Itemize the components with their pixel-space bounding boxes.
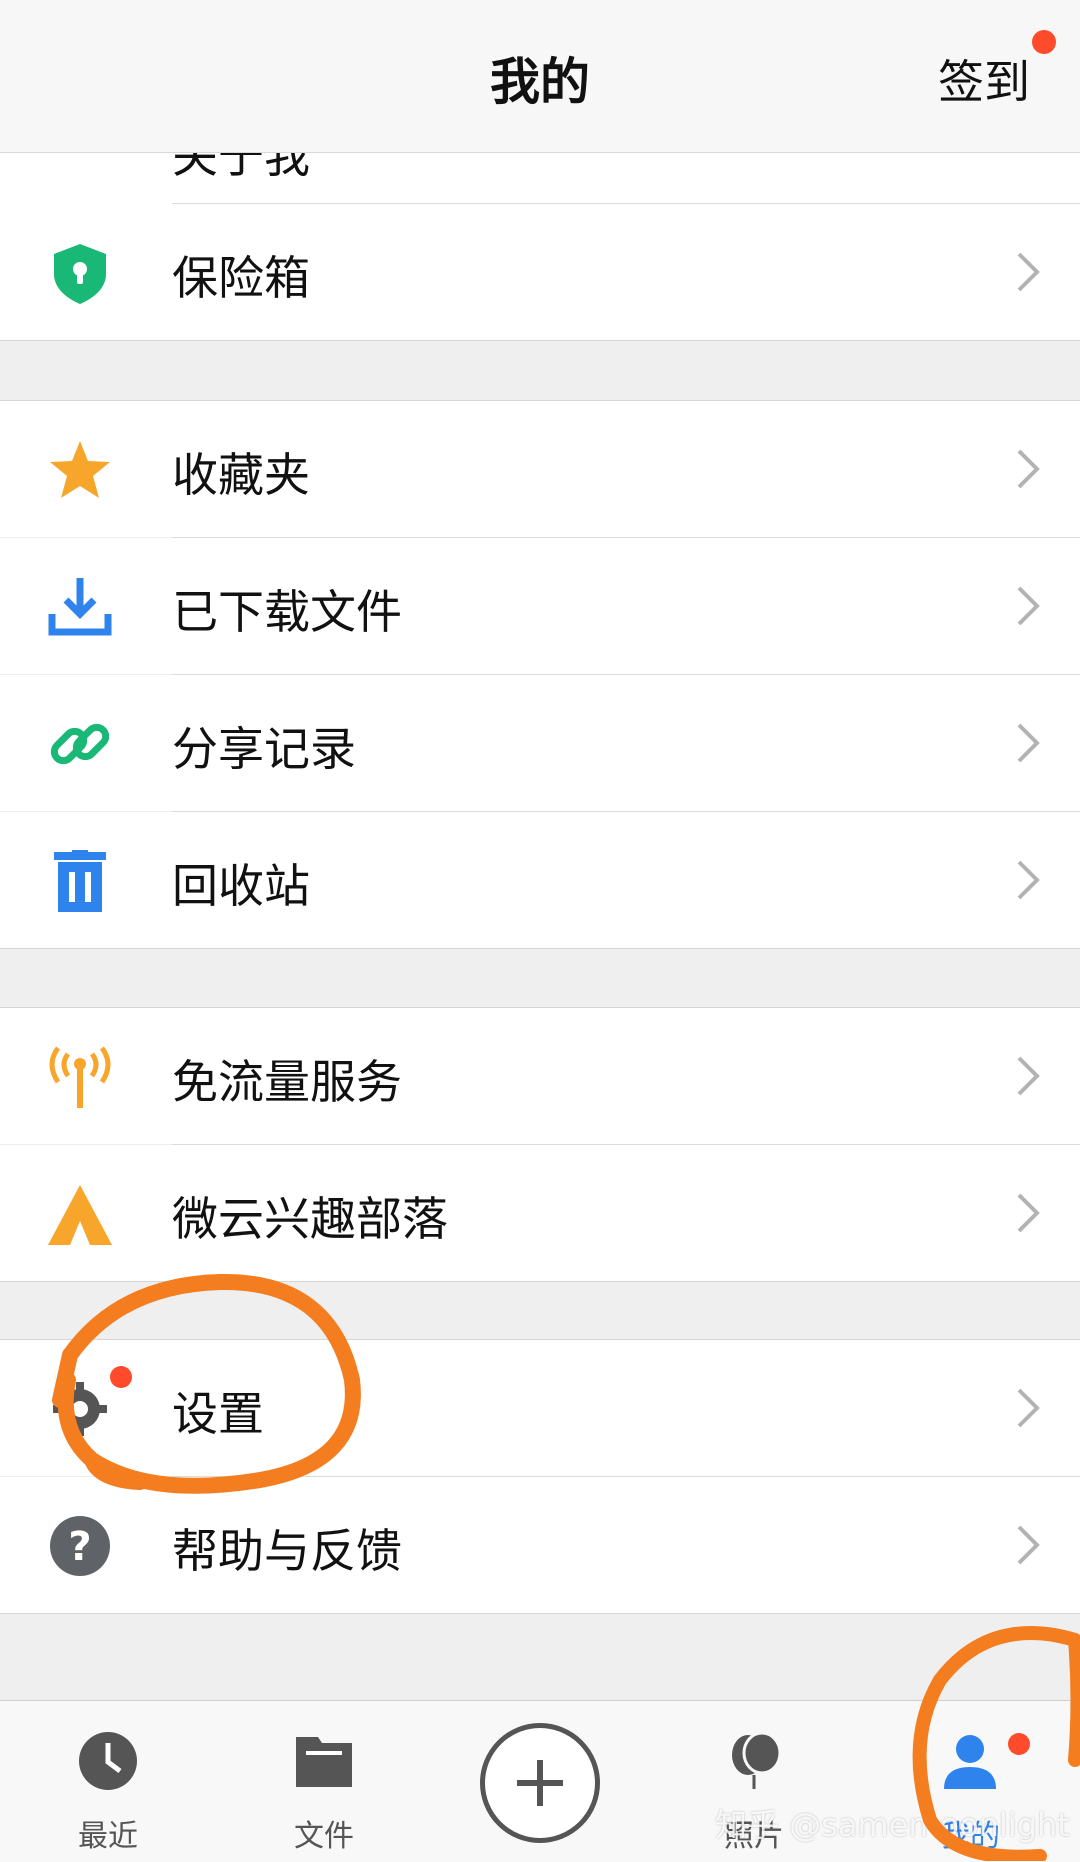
menu-item-settings[interactable]: 设置 <box>0 1340 1080 1476</box>
chevron-right-icon <box>1017 586 1040 626</box>
menu-item-label: 帮助与反馈 <box>172 1524 402 1578</box>
menu-item-label: 收藏夹 <box>172 448 310 502</box>
menu-item-label: 回收站 <box>172 859 310 913</box>
menu-item-label: 已下载文件 <box>172 585 402 639</box>
settings-badge-dot <box>110 1366 132 1388</box>
antenna-icon <box>49 1046 111 1108</box>
header-bar: 我的 签到 <box>0 0 1080 153</box>
menu-item-interest-tribe[interactable]: 微云兴趣部落 <box>0 1145 1080 1281</box>
shield-lock-icon <box>54 244 106 304</box>
tab-label: 最近 <box>78 1819 138 1854</box>
checkin-button[interactable]: 签到 <box>938 46 1030 112</box>
star-icon <box>50 441 110 498</box>
menu-item-label: 微云兴趣部落 <box>172 1192 448 1246</box>
tab-recent[interactable]: 最近 <box>28 1701 188 1862</box>
page-title: 我的 <box>490 53 590 111</box>
chevron-right-icon <box>1017 860 1040 900</box>
section-separator <box>0 948 1080 949</box>
gear-icon <box>53 1382 107 1436</box>
chevron-right-icon <box>1017 1193 1040 1233</box>
chevron-right-icon <box>1017 449 1040 489</box>
me-badge-dot <box>1008 1733 1030 1755</box>
chevron-right-icon <box>1017 252 1040 292</box>
row-divider <box>172 203 1080 204</box>
add-button[interactable] <box>480 1723 600 1843</box>
section-separator <box>0 1281 1080 1282</box>
trash-icon <box>54 850 106 912</box>
chevron-right-icon <box>1017 1056 1040 1096</box>
menu-item-downloads[interactable]: 已下载文件 <box>0 538 1080 674</box>
menu-item-share-history[interactable]: 分享记录 <box>0 675 1080 811</box>
section-separator <box>0 1613 1080 1614</box>
section-separator <box>0 340 1080 341</box>
svg-text:?: ? <box>68 1524 91 1570</box>
tab-label: 文件 <box>294 1819 354 1854</box>
menu-item-free-data[interactable]: 免流量服务 <box>0 1008 1080 1144</box>
chevron-right-icon <box>1017 1388 1040 1428</box>
download-icon <box>48 578 112 636</box>
menu-item-favorites[interactable]: 收藏夹 <box>0 401 1080 537</box>
tab-files[interactable]: 文件 <box>244 1701 404 1862</box>
folder-icon <box>296 1737 352 1787</box>
link-icon <box>50 723 110 765</box>
watermark-text: 知乎 @samemoonlight <box>715 1806 1070 1844</box>
user-icon <box>944 1735 996 1789</box>
checkin-badge-dot <box>1032 30 1056 54</box>
chevron-right-icon <box>1017 723 1040 763</box>
plus-icon <box>517 1760 563 1806</box>
clock-icon <box>79 1732 137 1790</box>
help-icon: ? <box>50 1516 110 1576</box>
menu-item-recycle-bin[interactable]: 回收站 <box>0 812 1080 948</box>
menu-item-label: 免流量服务 <box>172 1055 402 1109</box>
balloon-icon <box>732 1731 782 1789</box>
tent-icon <box>48 1185 112 1245</box>
menu-item-label: 设置 <box>172 1387 264 1441</box>
menu-item-safe[interactable]: 保险箱 <box>0 204 1080 340</box>
menu-item-label: 分享记录 <box>172 722 356 776</box>
chevron-right-icon <box>1017 1525 1040 1565</box>
menu-item-label: 保险箱 <box>172 251 310 305</box>
menu-item-help-feedback[interactable]: ? 帮助与反馈 <box>0 1477 1080 1613</box>
